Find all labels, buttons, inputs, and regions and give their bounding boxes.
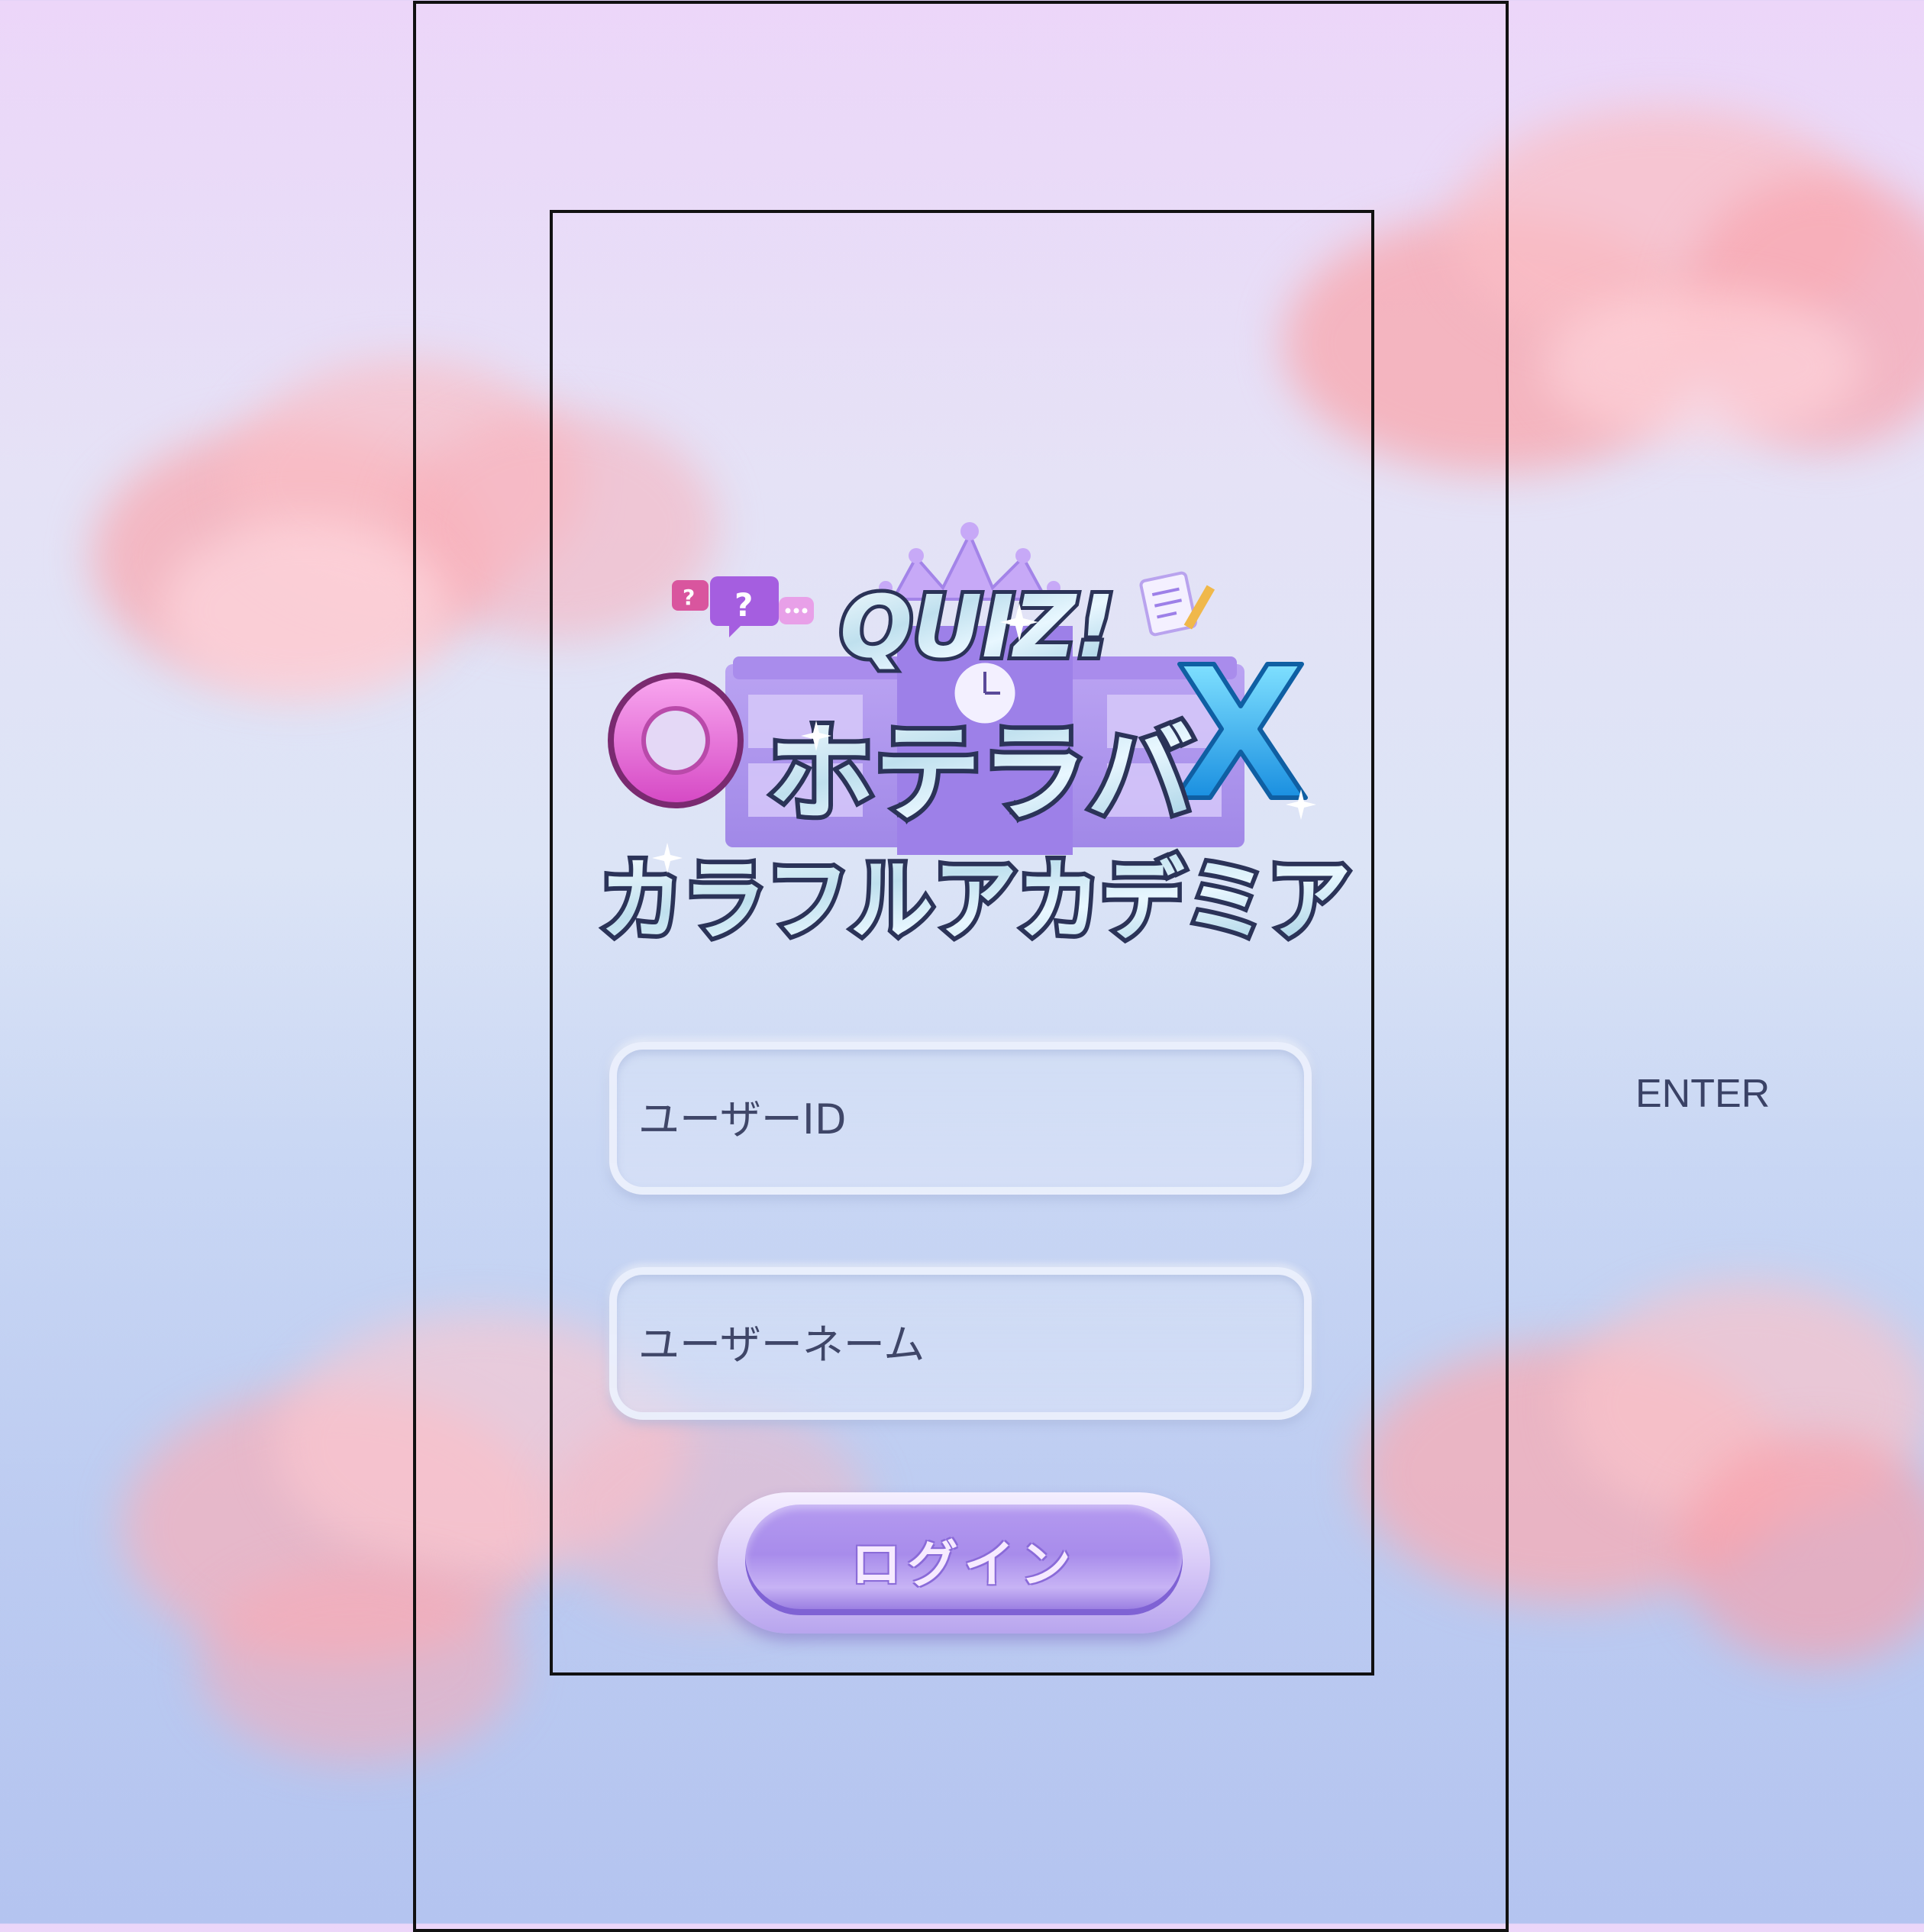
login-button[interactable]: ログイン: [718, 1492, 1210, 1634]
circle-symbol-icon: [608, 672, 744, 808]
svg-text:?: ?: [734, 586, 753, 624]
question-bubble-icon: ? ?: [672, 576, 779, 637]
logo-title-line1: ホテラバ: [767, 712, 1194, 837]
user-id-input[interactable]: [637, 1050, 1281, 1189]
user-id-field[interactable]: [609, 1042, 1312, 1195]
logo-title-line2: カラフルアカデミア: [599, 850, 1351, 953]
login-button-face: ログイン: [745, 1505, 1183, 1615]
user-name-field[interactable]: [609, 1267, 1312, 1420]
game-logo: ? ? QUIZ! ホテラバ カラフルアカデミア: [595, 504, 1359, 977]
login-button-label: ログイン: [851, 1534, 1077, 1594]
chat-bubble-icon: [779, 597, 814, 624]
user-name-input[interactable]: [637, 1275, 1281, 1414]
enter-link[interactable]: ENTER: [1635, 1071, 1770, 1117]
notepad-pencil-icon: [1139, 571, 1215, 637]
svg-text:?: ?: [683, 585, 695, 610]
logo-quiz-text: QUIZ!: [840, 578, 1115, 677]
